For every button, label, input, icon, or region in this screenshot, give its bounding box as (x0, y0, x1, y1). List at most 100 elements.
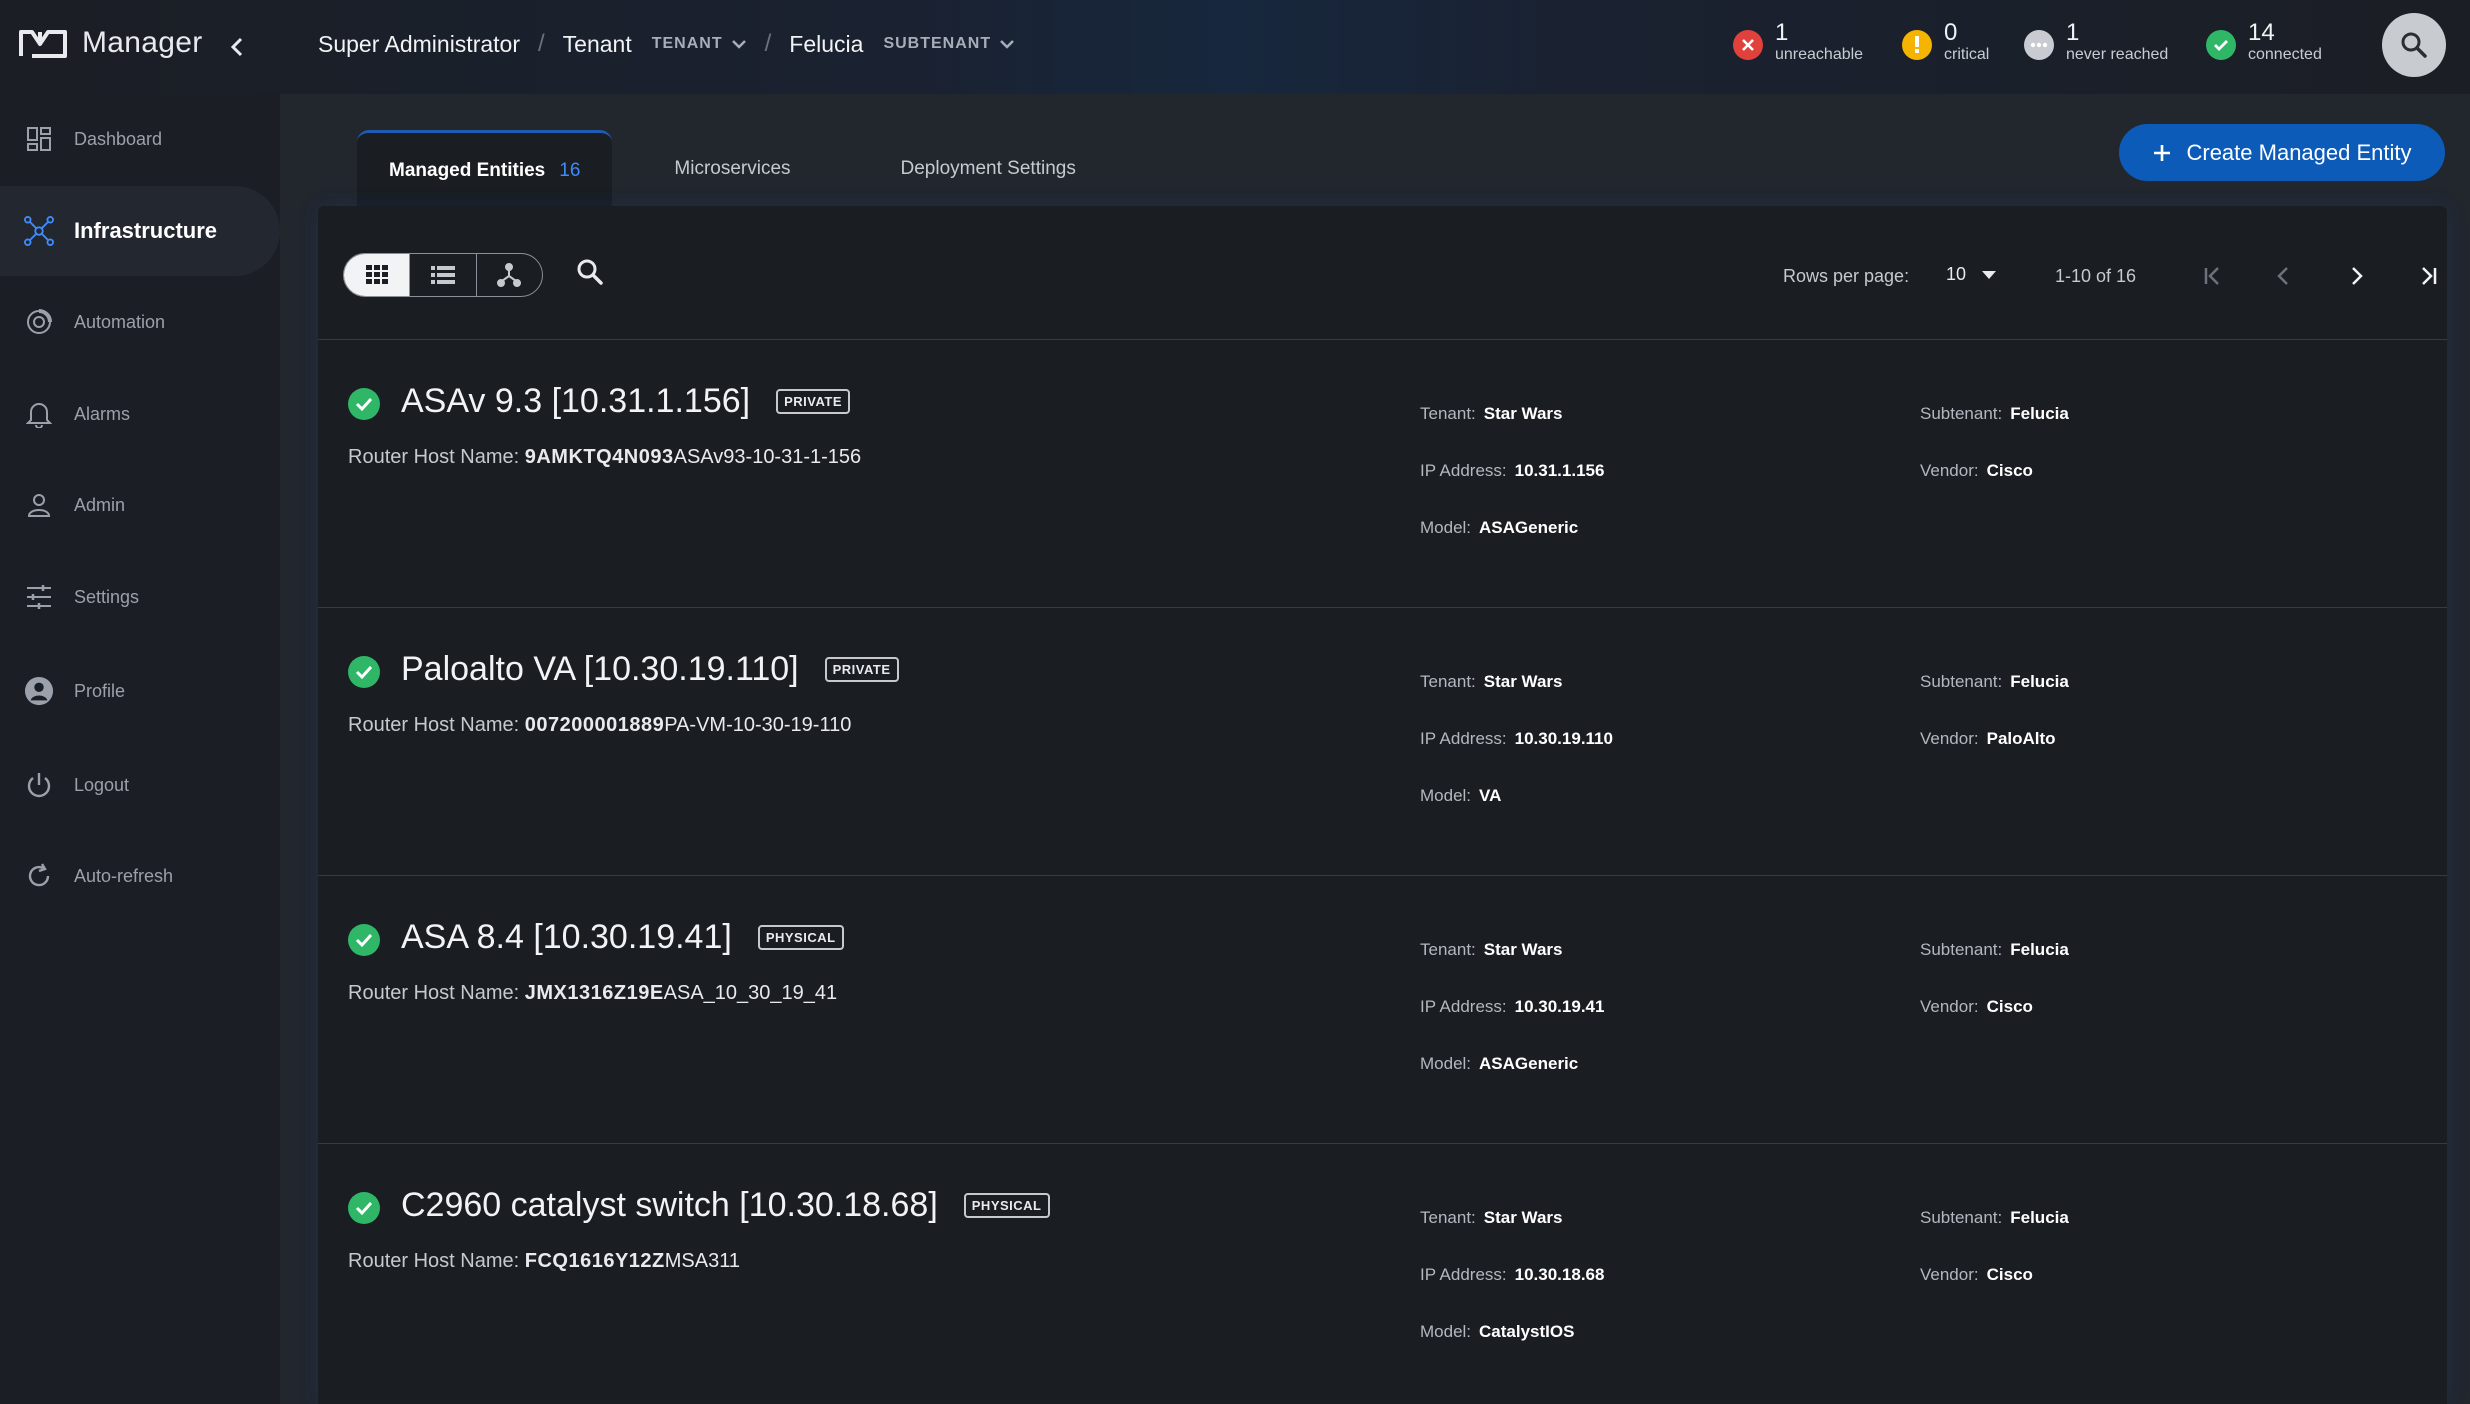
chevron-right-icon (2352, 267, 2363, 285)
entity-badge: PHYSICAL (963, 1193, 1050, 1218)
host-label: Router Host Name: (348, 982, 520, 1004)
entity-row[interactable]: ASA 8.4 [10.30.19.41] PHYSICAL Router Ho… (318, 876, 2447, 1144)
list-icon (430, 266, 455, 284)
never-reached-label: never reached (2066, 46, 2169, 63)
sidebar-item-label: Dashboard (74, 128, 163, 149)
sidebar-item-logout[interactable]: Logout (0, 740, 280, 830)
vendor-field: Vendor: Cisco (1920, 461, 2033, 481)
unreachable-label: unreachable (1775, 46, 1864, 63)
entity-title[interactable]: C2960 catalyst switch [10.30.18.68] PHYS… (401, 1186, 1050, 1225)
create-managed-entity-button[interactable]: Create Managed Entity (2119, 124, 2445, 181)
previous-page-button[interactable] (2266, 258, 2302, 294)
entity-title[interactable]: ASA 8.4 [10.30.19.41] PHYSICAL (401, 918, 844, 957)
tab-managed-entities[interactable]: Managed Entities 16 (357, 130, 613, 208)
status-critical[interactable]: 0 critical (1902, 20, 1989, 64)
subtenant-label: Subtenant: (1920, 672, 2003, 691)
sidebar-item-admin[interactable]: Admin (0, 460, 280, 550)
subtenant-label: Subtenant: (1920, 404, 2003, 423)
host-id: JMX1316Z19E (524, 982, 664, 1004)
sidebar-item-infrastructure[interactable]: Infrastructure (0, 186, 280, 276)
host-label: Router Host Name: (348, 714, 520, 736)
next-page-button[interactable] (2338, 258, 2374, 294)
model-label: Model: (1420, 1054, 1472, 1073)
tab-microservices[interactable]: Microservices (642, 130, 822, 208)
tenant-dropdown[interactable]: TENANT (652, 35, 747, 53)
collapse-sidebar-button[interactable] (220, 30, 254, 64)
view-mode-toggle (343, 253, 543, 297)
tenant-label: Tenant: (1420, 1208, 1476, 1227)
critical-count: 0 (1944, 19, 1958, 46)
sidebar-item-auto-refresh[interactable]: Auto-refresh (0, 831, 280, 921)
subtenant-field: Subtenant: Felucia (1920, 940, 2069, 960)
sidebar-item-dashboard[interactable]: Dashboard (0, 94, 280, 184)
host-name: MSA311 (664, 1250, 740, 1272)
tenant-label: Tenant: (1420, 940, 1476, 959)
entity-host: Router Host Name: 007200001889PA-VM-10-3… (348, 714, 851, 737)
global-search-button[interactable] (2382, 13, 2446, 77)
list-search-button[interactable] (576, 258, 604, 291)
tab-deployment-settings[interactable]: Deployment Settings (869, 130, 1108, 208)
connected-status-icon (348, 388, 380, 420)
breadcrumb-root[interactable]: Super Administrator (318, 31, 520, 58)
status-never-reached[interactable]: 1 never reached (2024, 20, 2168, 64)
app-logo[interactable]: Manager (18, 26, 203, 60)
entity-row[interactable]: Paloalto VA [10.30.19.110] PRIVATE Route… (318, 608, 2447, 876)
last-page-button[interactable] (2410, 258, 2446, 294)
topology-icon (497, 263, 522, 287)
ip-label: IP Address: (1420, 461, 1507, 480)
breadcrumb-separator: / (537, 30, 545, 57)
entity-row[interactable]: ASAv 9.3 [10.31.1.156] PRIVATE Router Ho… (318, 340, 2447, 608)
entity-title[interactable]: ASAv 9.3 [10.31.1.156] PRIVATE (401, 382, 851, 421)
rows-per-page-value: 10 (1946, 264, 1967, 284)
subtenant-label: Subtenant: (1920, 940, 2003, 959)
sidebar-item-settings[interactable]: Settings (0, 552, 280, 642)
subtenant-field: Subtenant: Felucia (1920, 1208, 2069, 1228)
vendor-field: Vendor: PaloAlto (1920, 729, 2056, 749)
entity-row[interactable]: C2960 catalyst switch [10.30.18.68] PHYS… (318, 1144, 2447, 1404)
sidebar-item-label: Profile (74, 680, 126, 701)
ip-value: 10.30.19.110 (1514, 729, 1613, 748)
refresh-icon (24, 861, 54, 891)
sidebar-item-alarms[interactable]: Alarms (0, 369, 280, 459)
tenant-field: Tenant: Star Wars (1420, 940, 1563, 960)
list-toolbar: Rows per page: 10 1-10 of 16 (318, 206, 2447, 340)
breadcrumb-tenant[interactable]: Tenant (563, 31, 632, 58)
list-view-button[interactable] (410, 254, 477, 296)
model-field: Model: ASAGeneric (1420, 1054, 1578, 1074)
tab-bar: Managed Entities 16 Microservices Deploy… (357, 130, 1108, 208)
entity-title[interactable]: Paloalto VA [10.30.19.110] PRIVATE (401, 650, 899, 689)
entities-panel: Rows per page: 10 1-10 of 16 ASAv 9.3 [1… (318, 206, 2447, 1404)
user-icon (24, 490, 54, 520)
ip-field: IP Address: 10.31.1.156 (1420, 461, 1604, 481)
ip-field: IP Address: 10.30.19.41 (1420, 997, 1604, 1017)
warning-icon (1902, 30, 1932, 60)
check-icon (2206, 30, 2236, 60)
breadcrumb-separator: / (764, 30, 772, 57)
subtenant-value: Felucia (2010, 1208, 2069, 1227)
subtenant-dropdown[interactable]: SUBTENANT (883, 35, 1015, 53)
sidebar-item-label: Infrastructure (74, 218, 218, 243)
sidebar-item-profile[interactable]: Profile (0, 646, 280, 736)
sidebar-item-label: Alarms (74, 403, 131, 424)
breadcrumb-subtenant[interactable]: Felucia (789, 31, 863, 58)
host-name: PA-VM-10-30-19-110 (664, 714, 852, 736)
entity-badge: PRIVATE (824, 657, 899, 682)
first-page-button[interactable] (2195, 258, 2231, 294)
entity-host: Router Host Name: JMX1316Z19EASA_10_30_1… (348, 982, 837, 1005)
subtenant-value: Felucia (2010, 940, 2069, 959)
subtenant-tag: SUBTENANT (883, 35, 992, 52)
rows-per-page-label: Rows per page: (1783, 266, 1910, 286)
grid-view-button[interactable] (344, 254, 411, 296)
model-field: Model: CatalystIOS (1420, 1322, 1574, 1342)
msa-logo-icon (19, 30, 67, 58)
entity-badge: PRIVATE (776, 389, 851, 414)
subtenant-label: Subtenant: (1920, 1208, 2003, 1227)
status-unreachable[interactable]: 1 unreachable (1733, 20, 1863, 64)
host-id: FCQ1616Y12Z (524, 1250, 665, 1272)
status-connected[interactable]: 14 connected (2206, 20, 2322, 64)
model-field: Model: VA (1420, 786, 1501, 806)
topology-view-button[interactable] (477, 254, 542, 296)
sidebar-item-automation[interactable]: Automation (0, 277, 280, 367)
main-content: Managed Entities 16 Microservices Deploy… (280, 94, 2470, 1404)
rows-per-page-select[interactable]: 10 (1946, 264, 1997, 285)
